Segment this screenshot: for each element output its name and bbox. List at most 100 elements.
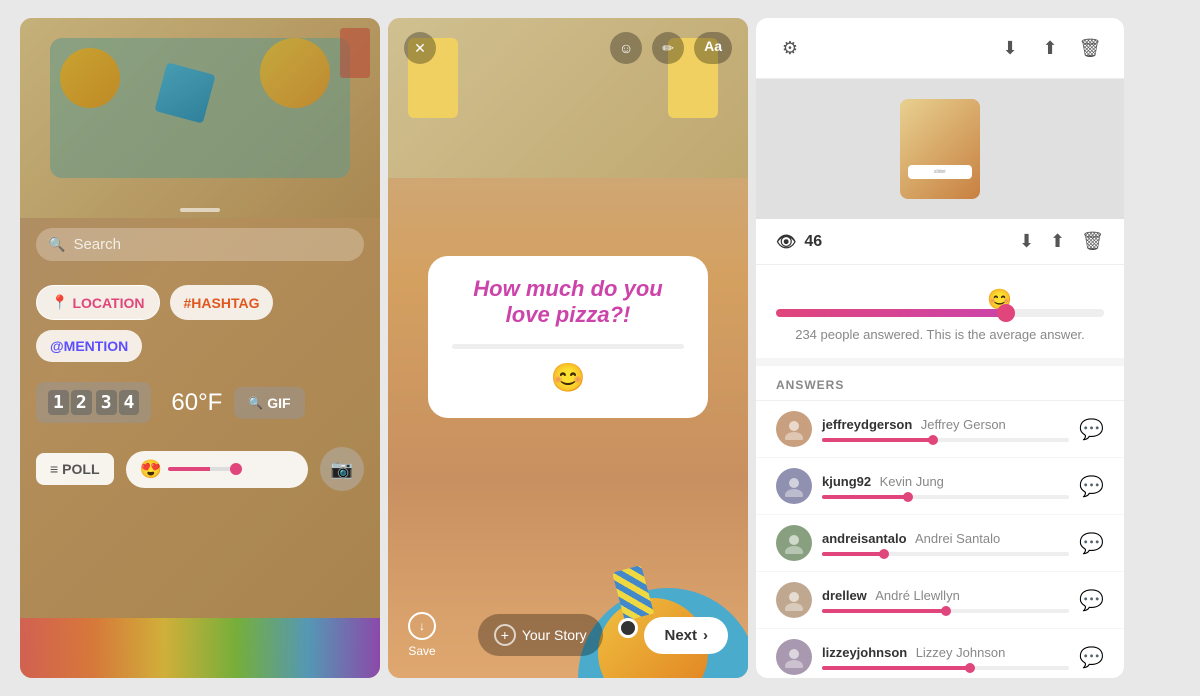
answer-displayname: Kevin Jung	[880, 474, 944, 489]
next-label: Next	[664, 627, 697, 644]
answer-displayname: Jeffrey Gerson	[921, 417, 1006, 432]
avatar	[776, 639, 812, 675]
story-bottom-bar: ↓ Save + Your Story Next ›	[388, 596, 748, 678]
answer-item: andreisantalo Andrei Santalo 💬	[756, 515, 1124, 572]
save-label: Save	[408, 644, 435, 658]
answer-slider-thumb	[879, 549, 889, 559]
search-bar[interactable]: 🔍 Search	[36, 228, 364, 261]
answer-name-row: kjung92 Kevin Jung	[822, 473, 1069, 491]
poll-icon: ≡	[50, 461, 58, 477]
story-editor-content: ✕ ☺ ✏ Aa How much do you love pizza?!	[388, 18, 748, 678]
average-slider-result: 😊	[776, 281, 1104, 317]
sticker-menu-panel: 🔍 Search 📍 LOCATION #HASHTAG @MENTION 1	[20, 18, 380, 678]
answers-section: ANSWERS jeffreydgerson Jeffrey Gerson 💬 …	[756, 366, 1124, 678]
slider-sticker-btn[interactable]: 😍	[126, 451, 308, 488]
reply-icon[interactable]: 💬	[1079, 588, 1104, 613]
drag-handle[interactable]	[180, 208, 220, 212]
save-button[interactable]: ↓ Save	[408, 612, 436, 658]
answer-username: jeffreydgerson	[822, 417, 912, 432]
hashtag-sticker[interactable]: #HASHTAG	[170, 285, 274, 320]
answer-name-row: andreisantalo Andrei Santalo	[822, 530, 1069, 548]
poll-label: POLL	[62, 461, 99, 477]
temperature-sticker[interactable]: 60°F	[171, 389, 222, 417]
answer-slider-fill	[822, 495, 908, 499]
text-button[interactable]: Aa	[694, 32, 732, 64]
share-button[interactable]: ⬆	[1036, 34, 1064, 62]
story-toolbar: ✕ ☺ ✏ Aa	[388, 18, 748, 78]
answer-slider-thumb	[903, 492, 913, 502]
trash-icon: 🗑	[1079, 38, 1102, 59]
sticker-utility-row: 1 2 3 4 60°F 🔍 GIF	[36, 382, 364, 423]
gif-sticker[interactable]: 🔍 GIF	[234, 387, 304, 419]
answer-username: lizzeyjohnson	[822, 645, 907, 660]
download-button[interactable]: ⬇	[996, 34, 1024, 62]
close-button[interactable]: ✕	[404, 32, 436, 64]
face-sticker-button[interactable]: ☺	[610, 32, 642, 64]
answer-username: kjung92	[822, 474, 871, 489]
answer-slider-track	[822, 666, 1069, 670]
settings-button[interactable]: ⚙	[776, 34, 804, 62]
slider-answer-emoji: 😊	[551, 361, 586, 394]
toolbar-right: ☺ ✏ Aa	[610, 32, 732, 64]
draw-button[interactable]: ✏	[652, 32, 684, 64]
answer-user-info: drellew André Llewllyn	[822, 587, 1069, 613]
result-track-container: 😊	[776, 309, 1104, 317]
answer-item: kjung92 Kevin Jung 💬	[756, 458, 1124, 515]
poll-sticker[interactable]: ≡ POLL	[36, 453, 114, 485]
answer-slider-track	[822, 552, 1069, 556]
gear-icon: ⚙	[782, 38, 798, 59]
top-spacer	[36, 38, 364, 208]
answer-user-info: lizzeyjohnson Lizzey Johnson	[822, 644, 1069, 670]
story-thumbnail[interactable]: slider	[900, 99, 980, 199]
share-media-button[interactable]: ⬆	[1050, 231, 1065, 252]
reply-icon[interactable]: 💬	[1079, 474, 1104, 499]
answer-item: drellew André Llewllyn 💬	[756, 572, 1124, 629]
analytics-header: ⚙ ⬇ ⬆ 🗑	[756, 18, 1124, 79]
delete-button[interactable]: 🗑	[1076, 34, 1104, 62]
story-main-area: How much do you love pizza?! 😊	[388, 78, 748, 596]
reply-icon[interactable]: 💬	[1079, 531, 1104, 556]
result-thumb	[997, 304, 1015, 322]
next-button[interactable]: Next ›	[644, 617, 728, 654]
answer-name-row: drellew André Llewllyn	[822, 587, 1069, 605]
answer-name-row: jeffreydgerson Jeffrey Gerson	[822, 416, 1069, 434]
answer-user-info: jeffreydgerson Jeffrey Gerson	[822, 416, 1069, 442]
answer-slider-fill	[822, 438, 933, 442]
location-pin-icon: 📍	[51, 294, 68, 311]
search-input[interactable]: Search	[73, 236, 121, 253]
location-sticker[interactable]: 📍 LOCATION	[36, 285, 160, 320]
media-action-icons: ⬇ ⬆ 🗑	[1019, 231, 1104, 252]
close-icon: ✕	[414, 40, 426, 57]
delete-media-button[interactable]: 🗑	[1081, 231, 1104, 252]
time-sticker[interactable]: 1 2 3 4	[36, 382, 151, 423]
download-media-button[interactable]: ⬇	[1019, 231, 1034, 252]
answer-slider-thumb	[941, 606, 951, 616]
result-fill	[776, 309, 1006, 317]
views-number: 46	[804, 233, 822, 251]
average-answer-text: 234 people answered. This is the average…	[776, 327, 1104, 342]
header-actions: ⬇ ⬆ 🗑	[996, 34, 1104, 62]
mention-sticker[interactable]: @MENTION	[36, 330, 142, 362]
answer-slider-thumb	[928, 435, 938, 445]
reply-icon[interactable]: 💬	[1079, 645, 1104, 670]
answers-header-label: ANSWERS	[756, 366, 1124, 401]
answer-item: jeffreydgerson Jeffrey Gerson 💬	[756, 401, 1124, 458]
eye-icon: 👁	[776, 232, 796, 252]
hashtag-label: #HASHTAG	[184, 295, 260, 311]
slider-question-sticker[interactable]: How much do you love pizza?! 😊	[428, 256, 708, 419]
answer-slider-thumb	[965, 663, 975, 673]
slider-track[interactable]	[452, 344, 684, 349]
plus-icon: +	[494, 624, 516, 646]
pen-icon: ✏	[662, 40, 674, 57]
sticker-menu-content: 🔍 Search 📍 LOCATION #HASHTAG @MENTION 1	[20, 18, 380, 678]
your-story-button[interactable]: + Your Story	[478, 614, 603, 656]
story-editor-panel: ✕ ☺ ✏ Aa How much do you love pizza?!	[388, 18, 748, 678]
camera-button[interactable]: 📷	[320, 447, 364, 491]
camera-icon: 📷	[331, 459, 353, 480]
answer-item: lizzeyjohnson Lizzey Johnson 💬	[756, 629, 1124, 678]
sticker-bottom-row: ≡ POLL 😍 📷	[36, 447, 364, 491]
avatar	[776, 411, 812, 447]
reply-icon[interactable]: 💬	[1079, 417, 1104, 442]
share-icon: ⬆	[1042, 38, 1057, 59]
avatar	[776, 468, 812, 504]
